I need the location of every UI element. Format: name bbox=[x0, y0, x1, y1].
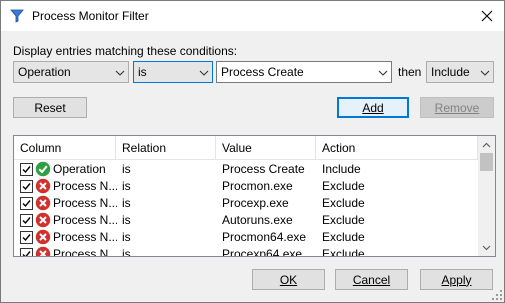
checkmark-icon bbox=[22, 251, 31, 256]
resize-grip-icon[interactable] bbox=[492, 290, 502, 300]
chevron-up-icon bbox=[482, 142, 491, 147]
close-button[interactable] bbox=[470, 1, 504, 31]
chevron-down-icon bbox=[199, 70, 209, 76]
column-header-value[interactable]: Value bbox=[216, 136, 316, 160]
row-checkbox[interactable] bbox=[20, 163, 33, 176]
cancel-button[interactable]: Cancel bbox=[335, 269, 408, 290]
scroll-up-button[interactable] bbox=[478, 136, 495, 153]
cell-value: Procmon64.exe bbox=[222, 230, 307, 244]
cell-relation: is bbox=[122, 247, 131, 257]
value-combobox-text: Process Create bbox=[221, 65, 304, 79]
checkmark-icon bbox=[22, 166, 31, 174]
remove-button[interactable]: Remove bbox=[420, 97, 494, 118]
column-header-action[interactable]: Action bbox=[316, 136, 478, 160]
cell-relation: is bbox=[122, 179, 131, 193]
table-row[interactable]: Process N is Procexp64.exe Exclude bbox=[14, 246, 478, 257]
column-header-relation[interactable]: Relation bbox=[116, 136, 216, 160]
exclude-icon bbox=[35, 212, 51, 228]
row-checkbox[interactable] bbox=[20, 214, 33, 227]
scroll-down-button[interactable] bbox=[478, 239, 495, 256]
filter-dialog: Process Monitor Filter Display entries m… bbox=[0, 0, 505, 303]
cell-value: Procmon.exe bbox=[222, 179, 293, 193]
cell-action: Include bbox=[322, 162, 361, 176]
exclude-icon bbox=[35, 195, 51, 211]
chevron-down-icon bbox=[378, 70, 388, 76]
cell-relation: is bbox=[122, 196, 131, 210]
reset-button-label: Reset bbox=[34, 100, 66, 115]
reset-button[interactable]: Reset bbox=[13, 97, 87, 118]
add-button[interactable]: Add bbox=[337, 97, 409, 118]
add-button-label: Add bbox=[362, 100, 384, 115]
column-select[interactable]: Operation bbox=[13, 61, 129, 83]
dialog-body: Display entries matching these condition… bbox=[1, 31, 504, 302]
cell-action: Exclude bbox=[322, 196, 365, 210]
cell-column: Process N bbox=[53, 247, 109, 257]
cell-action: Exclude bbox=[322, 213, 365, 227]
cell-value: Autoruns.exe bbox=[222, 213, 293, 227]
exclude-icon bbox=[35, 178, 51, 194]
row-checkbox[interactable] bbox=[20, 180, 33, 193]
ok-button[interactable]: OK bbox=[252, 269, 325, 290]
row-checkbox[interactable] bbox=[20, 231, 33, 244]
checkmark-icon bbox=[22, 234, 31, 242]
conditions-label: Display entries matching these condition… bbox=[13, 44, 238, 58]
table-row[interactable]: Process N... is Procexp.exe Exclude bbox=[14, 195, 478, 212]
list-rows: Operation is Process Create Include Process … bbox=[14, 161, 478, 257]
cell-column: Process N... bbox=[53, 213, 117, 227]
filter-list[interactable]: Column Relation Value Action Operation is… bbox=[13, 135, 496, 257]
chevron-down-icon bbox=[480, 70, 490, 76]
checkmark-icon bbox=[22, 217, 31, 225]
cell-action: Exclude bbox=[322, 230, 365, 244]
list-header: Column Relation Value Action bbox=[14, 136, 478, 160]
column-header-column[interactable]: Column bbox=[14, 136, 116, 160]
cell-relation: is bbox=[122, 162, 131, 176]
chevron-down-icon bbox=[115, 70, 125, 76]
window-title: Process Monitor Filter bbox=[32, 9, 149, 23]
cell-action: Exclude bbox=[322, 247, 365, 257]
cell-column: Process N... bbox=[53, 230, 117, 244]
relation-select[interactable]: is bbox=[133, 61, 213, 83]
table-row[interactable]: Process N... is Procmon64.exe Exclude bbox=[14, 229, 478, 246]
chevron-down-icon bbox=[482, 245, 491, 250]
action-select-value: Include bbox=[431, 65, 470, 79]
scroll-thumb[interactable] bbox=[480, 153, 493, 171]
cell-value: Procexp64.exe bbox=[222, 247, 303, 257]
table-row[interactable]: Process N... is Procmon.exe Exclude bbox=[14, 178, 478, 195]
cell-relation: is bbox=[122, 213, 131, 227]
table-row[interactable]: Process N... is Autoruns.exe Exclude bbox=[14, 212, 478, 229]
row-checkbox[interactable] bbox=[20, 197, 33, 210]
table-row[interactable]: Operation is Process Create Include bbox=[14, 161, 478, 178]
apply-button-label: Apply bbox=[441, 272, 472, 287]
cell-column: Process N... bbox=[53, 196, 117, 210]
cell-value: Process Create bbox=[222, 162, 305, 176]
filter-funnel-icon bbox=[10, 9, 24, 23]
cell-relation: is bbox=[122, 230, 131, 244]
cell-column: Process N... bbox=[53, 179, 117, 193]
relation-select-value: is bbox=[138, 65, 147, 79]
vertical-scrollbar[interactable] bbox=[478, 136, 495, 256]
ok-button-label: OK bbox=[279, 272, 298, 287]
cell-action: Exclude bbox=[322, 179, 365, 193]
close-icon bbox=[481, 10, 493, 22]
action-select[interactable]: Include bbox=[426, 61, 494, 83]
then-label: then bbox=[398, 65, 422, 79]
value-combobox[interactable]: Process Create bbox=[216, 61, 392, 83]
exclude-icon bbox=[35, 229, 51, 245]
remove-button-label: Remove bbox=[434, 100, 480, 115]
exclude-icon bbox=[35, 246, 51, 256]
row-checkbox[interactable] bbox=[20, 248, 33, 256]
column-select-value: Operation bbox=[18, 65, 71, 79]
apply-button[interactable]: Apply bbox=[420, 269, 493, 290]
title-bar: Process Monitor Filter bbox=[1, 1, 504, 31]
check-icon bbox=[35, 161, 51, 177]
checkmark-icon bbox=[22, 183, 31, 191]
cell-value: Procexp.exe bbox=[222, 196, 289, 210]
cell-column: Operation bbox=[53, 162, 106, 176]
cancel-button-label: Cancel bbox=[352, 272, 391, 287]
checkmark-icon bbox=[22, 200, 31, 208]
